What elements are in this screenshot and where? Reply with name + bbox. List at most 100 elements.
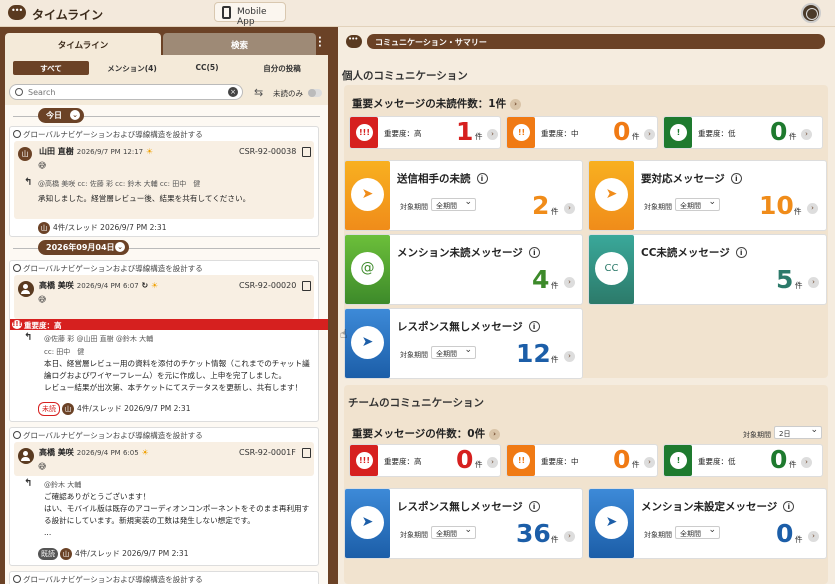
info-icon[interactable]: i xyxy=(528,247,540,258)
tab-timeline[interactable]: タイムライン xyxy=(5,33,161,55)
card-title-text: メンション未読メッセージ xyxy=(397,247,523,259)
sender-text: 山田 直樹 xyxy=(39,147,74,156)
chevron-right-icon[interactable]: › xyxy=(808,531,819,542)
more-menu-icon[interactable]: · · · xyxy=(318,34,324,52)
card-recipient-unread[interactable]: ➤ 送信相手の未読 i 対象期間 全期間 2 件 › xyxy=(344,160,583,231)
thread-card[interactable]: グローバルナビゲーションおよび導線構造を設計する 高橋 美咲 2026/9/4 P… xyxy=(9,427,319,566)
date-pill-today[interactable]: 今日 ⌄ xyxy=(38,108,84,123)
reaction-emoji-icon[interactable]: 😅 xyxy=(38,462,46,471)
priority-label: 重要度：低 xyxy=(698,457,736,466)
reply-icon[interactable]: ↰ xyxy=(24,478,32,489)
send-icon: ➤ xyxy=(589,489,634,558)
reaction-emoji-icon[interactable]: 😅 xyxy=(38,161,46,170)
period-select[interactable]: 全期間 xyxy=(431,197,476,211)
chevron-right-icon[interactable]: › xyxy=(807,203,818,214)
card-mention-unread[interactable]: @ メンション未読メッセージ i 4 件 › xyxy=(344,234,583,305)
chevron-down-icon: ⌄ xyxy=(115,242,125,252)
thread-title-text: グローバルナビゲーションおよび導線構造を設計する xyxy=(23,575,203,584)
filter-all[interactable]: すべて xyxy=(13,61,89,75)
info-icon[interactable]: i xyxy=(528,321,540,332)
message-body: 承知しました。経営層レビュー後、結果を共有してください。 xyxy=(38,194,251,203)
chevron-right-icon[interactable]: › xyxy=(644,457,655,468)
team-priority-medium-box[interactable]: !! 重要度：中 0 件 › xyxy=(506,444,658,477)
mention-icon: @ xyxy=(345,235,390,304)
info-icon[interactable]: i xyxy=(783,501,795,512)
filter-mention[interactable]: メンション(4) xyxy=(91,61,173,75)
cc-icon: CC xyxy=(589,235,634,304)
chevron-right-icon[interactable]: › xyxy=(487,129,498,140)
personal-section: 重要メッセージの未読件数：1件 › !!! 重要度：高 1 件 › !! 重要度：… xyxy=(344,85,828,379)
card-title: レスポンス無しメッセージ i xyxy=(397,499,540,514)
unread-only-toggle[interactable] xyxy=(308,89,322,97)
thread-footer[interactable]: 山 4件/スレッド 2026/9/7 PM 2:31 xyxy=(38,222,166,234)
team-card-mention-unset[interactable]: ➤ メンション未設定メッセージ i 対象期間 全期間 0 件 › xyxy=(588,488,827,559)
period-label: 対象期間 xyxy=(644,203,672,211)
search-row: × ⇆ 未読のみ xyxy=(5,81,328,105)
chevron-right-icon[interactable]: › xyxy=(808,277,819,288)
card-cc-unread[interactable]: CC CC未読メッセージ i 5 件 › xyxy=(588,234,827,305)
phone-icon xyxy=(222,6,231,19)
recipients: @高橋 美咲 cc: 佐藤 彩 cc: 鈴木 大輔 cc: 田中 健 xyxy=(38,180,201,188)
priority-medium-box[interactable]: !! 重要度：中 0 件 › xyxy=(506,116,658,149)
chevron-right-icon[interactable]: › xyxy=(510,99,522,110)
filter-my-posts[interactable]: 自分の投稿 xyxy=(241,61,323,75)
thread-title-text: グローバルナビゲーションおよび導線構造を設計する xyxy=(23,130,203,139)
unit-label: 件 xyxy=(551,535,559,544)
chevron-right-icon[interactable]: › xyxy=(801,129,812,140)
priority-label: 重要度：中 xyxy=(541,129,579,138)
date-pill[interactable]: 2026年09月04日 ⌄ xyxy=(38,240,129,255)
chevron-right-icon[interactable]: › xyxy=(564,531,575,542)
unread-only-label: 未読のみ xyxy=(273,89,303,98)
priority-low-box[interactable]: ! 重要度：低 0 件 › xyxy=(663,116,823,149)
reaction-emoji-icon[interactable]: 😅 xyxy=(38,295,46,304)
recipients: @佐藤 彩 @山田 直樹 @鈴木 大輔 xyxy=(44,335,154,343)
tab-search[interactable]: 検索 xyxy=(163,33,316,55)
cc-recipients: cc: 田中 健 xyxy=(44,348,85,356)
card-no-response[interactable]: ➤ レスポンス無しメッセージ i 対象期間 全期間 12 件 › xyxy=(344,308,583,379)
chevron-right-icon[interactable]: › xyxy=(564,277,575,288)
thread-card[interactable]: グローバルナビゲーションおよび導線構造を設計する 山 山田 直樹 2026/9/7… xyxy=(9,126,319,237)
period-select[interactable]: 全期間 xyxy=(675,525,720,539)
thread-footer-text: 4件/スレッド 2026/9/7 PM 2:31 xyxy=(53,223,167,232)
team-period-select[interactable]: 2日 xyxy=(774,425,822,439)
timeline-panel: タイムライン 検索 ··· すべて メンション(4) CC(5) 自分の投稿 ×… xyxy=(0,27,337,584)
card-action-required[interactable]: ➤ 要対応メッセージ i 対象期間 全期間 10 件 › xyxy=(588,160,827,231)
chevron-right-icon[interactable]: › xyxy=(564,203,575,214)
team-priority-high-box[interactable]: !!! 重要度：高 0 件 › xyxy=(349,444,501,477)
clear-icon[interactable]: × xyxy=(228,87,238,97)
thread-footer[interactable]: 既読山 4件/スレッド 2026/9/7 PM 2:31 xyxy=(38,548,188,560)
language-globe-icon[interactable] xyxy=(801,3,821,23)
period-select[interactable]: 全期間 xyxy=(431,345,476,359)
team-card-no-response[interactable]: ➤ レスポンス無しメッセージ i 対象期間 全期間 36 件 › xyxy=(344,488,583,559)
chevron-right-icon[interactable]: › xyxy=(489,429,501,440)
team-priority-low-box[interactable]: ! 重要度：低 0 件 › xyxy=(663,444,823,477)
period-select[interactable]: 全期間 xyxy=(431,525,476,539)
priority-high-box[interactable]: !!! 重要度：高 1 件 › xyxy=(349,116,501,149)
chevron-right-icon[interactable]: › xyxy=(801,457,812,468)
copy-icon[interactable] xyxy=(302,281,311,291)
priority-count: 1 xyxy=(456,117,474,146)
mobile-app-button[interactable]: Mobile App xyxy=(214,2,286,27)
filter-cc[interactable]: CC(5) xyxy=(175,61,239,75)
thread-icon xyxy=(13,264,21,272)
copy-icon[interactable] xyxy=(302,448,311,458)
chevron-right-icon[interactable]: › xyxy=(644,129,655,140)
thread-card[interactable]: グローバルナビゲーションおよび導線構造を設計する 高橋 美咲 2026/9/4 P… xyxy=(9,260,328,422)
info-icon[interactable]: i xyxy=(476,173,488,184)
reply-icon[interactable]: ↰ xyxy=(24,332,32,343)
period-label: 対象期間 xyxy=(644,531,672,539)
period-select[interactable]: 全期間 xyxy=(675,197,720,211)
chevron-right-icon[interactable]: › xyxy=(564,351,575,362)
info-icon[interactable]: i xyxy=(735,247,747,258)
copy-icon[interactable] xyxy=(302,147,311,157)
chevron-right-icon[interactable]: › xyxy=(487,457,498,468)
info-icon[interactable]: i xyxy=(528,501,540,512)
thread-footer[interactable]: 未読山 4件/スレッド 2026/9/7 PM 2:31 xyxy=(38,402,190,416)
reply-icon[interactable]: ↰ xyxy=(24,177,32,188)
unit-label: 件 xyxy=(475,132,483,141)
ticket-code: CSR-92-0001F xyxy=(239,448,296,457)
sort-icon[interactable]: ⇆ xyxy=(254,86,263,99)
thread-card[interactable]: グローバルナビゲーションおよび導線構造を設計する xyxy=(9,571,319,584)
search-input[interactable] xyxy=(28,86,218,98)
info-icon[interactable]: i xyxy=(730,173,742,184)
